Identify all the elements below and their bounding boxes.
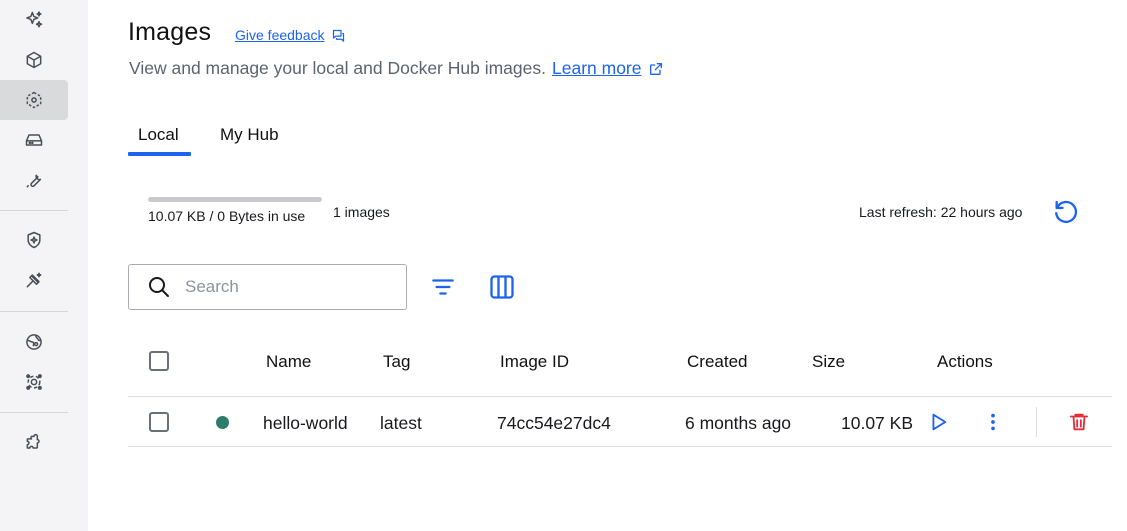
- sidebar-item-docker-hub[interactable]: [0, 322, 68, 362]
- tab-my-hub[interactable]: My Hub: [220, 125, 279, 145]
- sidebar-item-extensions[interactable]: [0, 423, 68, 463]
- search-input[interactable]: [185, 277, 385, 297]
- give-feedback-label: Give feedback: [235, 27, 325, 43]
- builds-icon: [26, 174, 42, 188]
- disk-usage-text: 10.07 KB / 0 Bytes in use: [148, 208, 306, 224]
- image-id: 74cc54e27dc4: [497, 413, 611, 433]
- image-created: 6 months ago: [685, 413, 792, 433]
- feedback-chat-icon: [332, 29, 344, 42]
- refresh-button[interactable]: [1050, 196, 1082, 228]
- models-icon: [26, 272, 42, 288]
- sidebar-divider: [0, 412, 68, 413]
- image-tag: latest: [380, 413, 422, 433]
- columns-icon: [490, 275, 514, 299]
- status-indicator: [216, 416, 229, 429]
- active-tab-indicator: [128, 152, 191, 156]
- filter-icon: [432, 279, 454, 295]
- table-row[interactable]: hello-world latest 74cc54e27dc4 6 months…: [128, 396, 1112, 447]
- search-icon: [149, 277, 169, 297]
- subtitle-text: View and manage your local and Docker Hu…: [129, 58, 546, 78]
- column-header-size[interactable]: Size: [812, 352, 845, 372]
- hub-globe-icon: [26, 334, 42, 350]
- more-actions-button[interactable]: [980, 409, 1006, 435]
- sidebar: [0, 0, 88, 531]
- sidebar-item-builds[interactable]: [0, 160, 68, 200]
- search-field[interactable]: [128, 264, 407, 310]
- filter-button[interactable]: [428, 272, 458, 302]
- action-divider: [1036, 407, 1037, 437]
- columns-toggle-button[interactable]: [487, 272, 517, 302]
- sidebar-item-volumes[interactable]: [0, 120, 68, 160]
- sidebar-divider: [0, 210, 68, 211]
- ai-sparkle-icon: [26, 11, 43, 28]
- learn-more-label: Learn more: [552, 58, 642, 78]
- sidebar-item-containers[interactable]: [0, 40, 68, 80]
- kubernetes-icon: [26, 374, 42, 390]
- column-header-actions: Actions: [937, 352, 993, 371]
- disk-usage-bar: [148, 197, 322, 202]
- play-icon: [932, 413, 947, 431]
- row-checkbox[interactable]: [149, 412, 169, 432]
- column-header-image-id[interactable]: Image ID: [500, 352, 569, 372]
- images-count: 1 images: [333, 204, 390, 220]
- main-content: Images Give feedback View and manage you…: [128, 0, 1127, 531]
- sidebar-item-kubernetes[interactable]: [0, 362, 68, 402]
- images-icon: [26, 91, 42, 109]
- volumes-icon: [25, 134, 43, 146]
- page-title: Images: [128, 18, 212, 46]
- sidebar-item-models[interactable]: [0, 260, 68, 300]
- select-all-checkbox[interactable]: [149, 351, 169, 371]
- sidebar-item-scout[interactable]: [0, 220, 68, 260]
- external-link-icon: [649, 62, 662, 75]
- sidebar-item-images[interactable]: [0, 80, 68, 120]
- sidebar-divider: [0, 311, 68, 312]
- last-refresh-label: Last refresh: 22 hours ago: [859, 204, 1023, 220]
- column-header-created[interactable]: Created: [687, 352, 747, 372]
- containers-icon: [26, 51, 42, 69]
- tab-local[interactable]: Local: [138, 125, 179, 145]
- column-header-name[interactable]: Name: [266, 352, 311, 372]
- kebab-menu-icon: [991, 413, 995, 431]
- run-button[interactable]: [925, 409, 951, 435]
- learn-more-link[interactable]: Learn more: [552, 58, 664, 79]
- page-subtitle: View and manage your local and Docker Hu…: [129, 58, 664, 79]
- sidebar-item-ask-gordon[interactable]: [0, 0, 68, 40]
- column-header-tag[interactable]: Tag: [383, 352, 410, 372]
- scout-icon: [27, 231, 41, 249]
- image-name[interactable]: hello-world: [263, 413, 348, 434]
- image-size: 10.07 KB: [841, 413, 913, 433]
- trash-icon: [1069, 413, 1089, 431]
- give-feedback-link[interactable]: Give feedback: [235, 27, 346, 43]
- refresh-icon: [1055, 200, 1078, 223]
- delete-button[interactable]: [1066, 409, 1092, 435]
- extensions-icon: [26, 433, 40, 449]
